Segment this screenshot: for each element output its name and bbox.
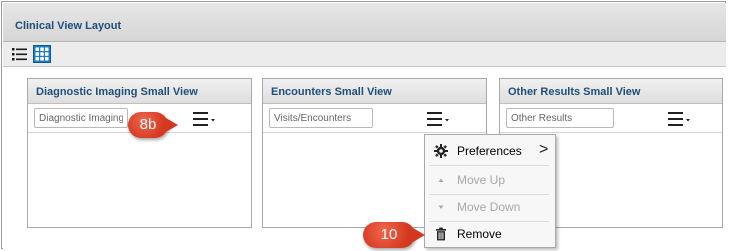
callout-step-8b: 8b [128, 112, 168, 138]
panel-controls [263, 104, 486, 133]
trash-icon [436, 227, 446, 241]
menu-item-label: Move Down [457, 200, 521, 214]
panel-header: Encounters Small View [263, 79, 486, 104]
panel-menu-button[interactable] [427, 111, 451, 127]
arrow-down-icon [438, 205, 444, 209]
panel-menu-button[interactable] [193, 111, 217, 127]
panel-title: Encounters Small View [271, 86, 392, 98]
menu-item-label: Move Up [457, 173, 506, 187]
panel-controls [500, 104, 722, 133]
callout-pointer [166, 118, 178, 132]
grid-view-icon [33, 45, 51, 63]
hamburger-menu-icon [668, 112, 690, 126]
panel-title: Diagnostic Imaging Small View [36, 86, 198, 98]
hamburger-menu-icon [427, 112, 449, 126]
callout-step-10: 10 [363, 222, 415, 248]
submenu-arrow-icon: > [539, 141, 549, 158]
layout-toolbar [3, 42, 726, 67]
panel-header: Diagnostic Imaging Small View [28, 79, 251, 104]
window-title-bar: Clinical View Layout [3, 3, 726, 42]
panel-filter-input[interactable] [506, 108, 614, 128]
gear-icon [434, 144, 448, 158]
arrow-up-icon [438, 178, 444, 182]
menu-item-preferences[interactable]: Preferences > [425, 137, 553, 165]
panel-options-menu: Preferences > Move Up Move Down Remove [424, 134, 556, 248]
menu-item-move-up[interactable]: Move Up [425, 166, 553, 194]
grid-view-button[interactable] [33, 45, 51, 63]
menu-item-remove[interactable]: Remove [425, 220, 553, 248]
menu-item-label: Preferences [457, 144, 522, 158]
panel-filter-input[interactable] [269, 108, 373, 128]
list-view-button[interactable] [11, 45, 29, 63]
callout-pointer [413, 228, 425, 242]
menu-item-label: Remove [457, 227, 502, 241]
panel-filter-input[interactable] [34, 108, 128, 128]
panel-header: Other Results Small View [500, 79, 722, 104]
window-title: Clinical View Layout [15, 20, 122, 32]
panel-diagnostic-imaging: Diagnostic Imaging Small View [27, 78, 252, 228]
panel-menu-button[interactable] [668, 111, 692, 127]
panel-title: Other Results Small View [508, 86, 641, 98]
list-view-icon [12, 48, 27, 61]
hamburger-menu-icon [193, 112, 215, 126]
menu-item-move-down[interactable]: Move Down [425, 193, 553, 221]
